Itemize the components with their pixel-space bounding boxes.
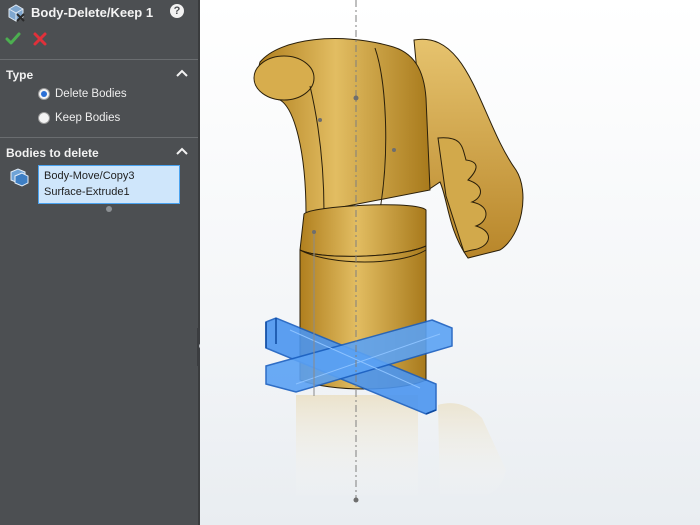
cancel-close-icon[interactable]	[32, 31, 48, 47]
chevron-up-icon[interactable]	[176, 146, 188, 156]
divider	[0, 137, 198, 138]
delete-bodies-label: Delete Bodies	[55, 88, 127, 100]
ok-check-icon[interactable]	[5, 31, 21, 47]
radio-button-selected[interactable]	[38, 88, 50, 100]
list-item[interactable]: Body-Move/Copy3	[44, 168, 174, 184]
property-manager-header: Body-Delete/Keep 1 ?	[0, 0, 198, 26]
bodies-to-delete-list[interactable]: Body-Move/Copy3 Surface-Extrude1	[38, 165, 180, 204]
radio-button[interactable]	[38, 112, 50, 124]
list-resize-handle[interactable]	[106, 206, 112, 212]
list-item[interactable]: Surface-Extrude1	[44, 184, 174, 200]
help-icon[interactable]: ?	[170, 4, 184, 18]
floor-reflection	[296, 395, 506, 500]
delete-bodies-radio[interactable]: Delete Bodies	[38, 86, 127, 102]
property-manager: Body-Delete/Keep 1 ? Type Delete Bodies …	[0, 0, 198, 525]
keep-bodies-radio[interactable]: Keep Bodies	[38, 110, 120, 126]
divider	[0, 59, 198, 60]
solid-bodies-icon	[10, 168, 29, 187]
model-canvas[interactable]	[200, 0, 700, 525]
keep-bodies-label: Keep Bodies	[55, 112, 121, 124]
panel-title: Body-Delete/Keep 1	[31, 5, 154, 20]
chevron-up-icon[interactable]	[176, 68, 188, 78]
bodies-section-title: Bodies to delete	[6, 146, 99, 160]
body-delete-keep-icon	[8, 4, 25, 22]
graphics-viewport[interactable]	[200, 0, 700, 525]
type-section-title: Type	[6, 68, 34, 82]
